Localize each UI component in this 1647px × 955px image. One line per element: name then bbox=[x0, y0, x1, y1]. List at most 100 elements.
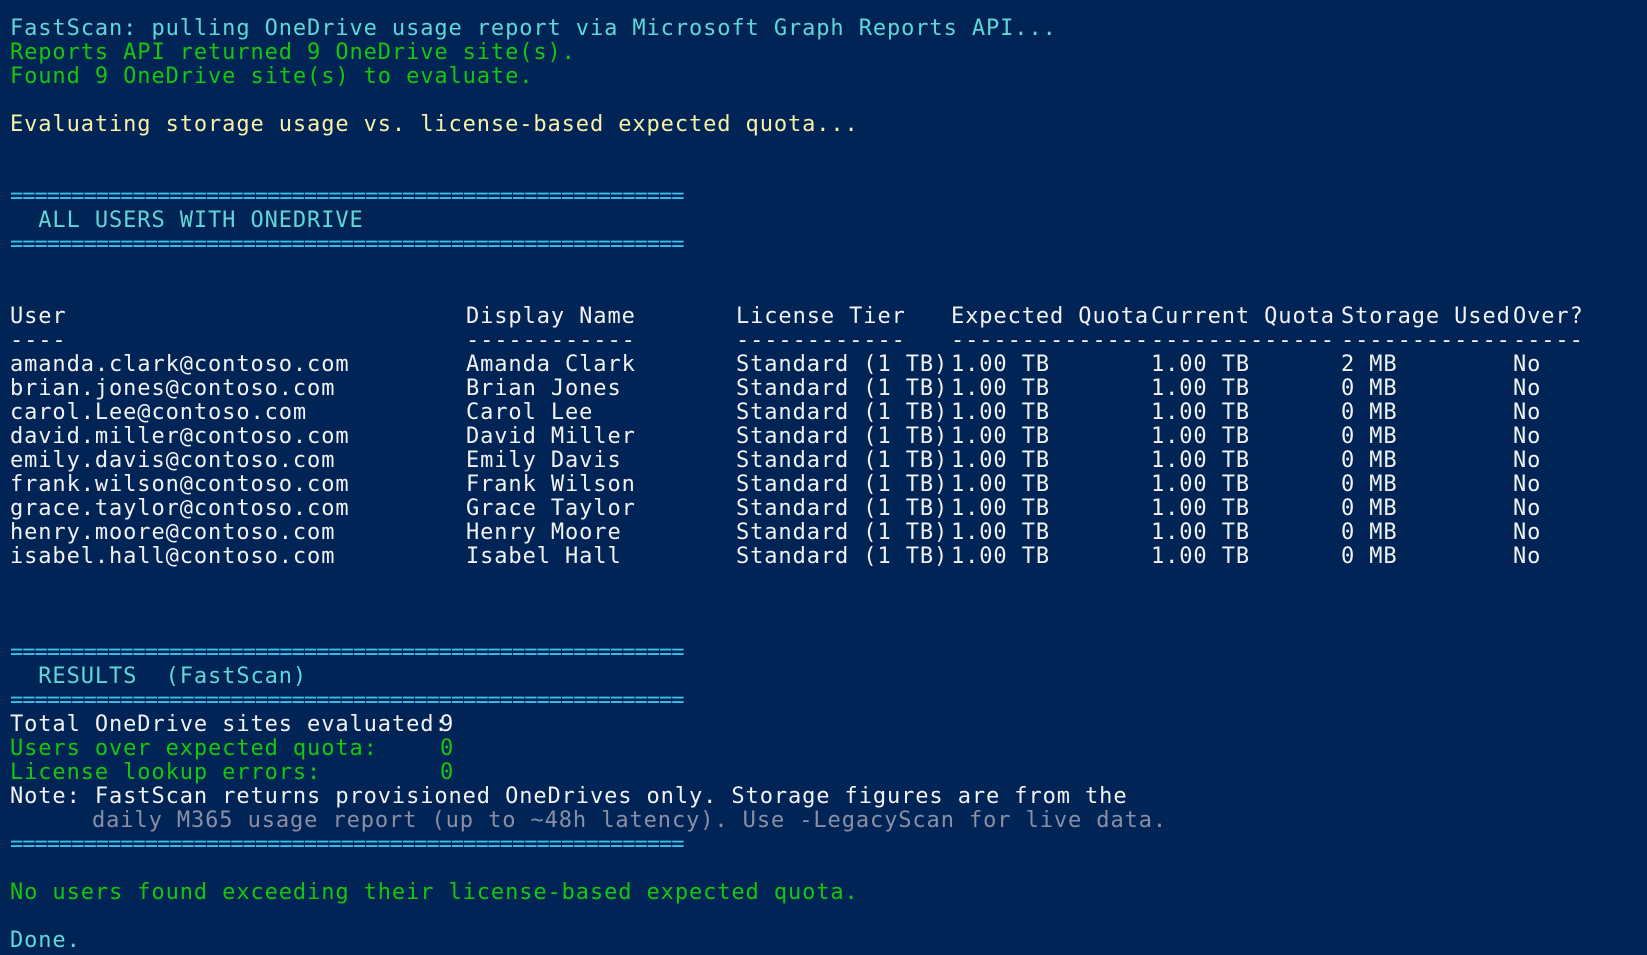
cell-storage-used: 0 MB bbox=[1341, 473, 1398, 497]
table-row: isabel.hall@contoso.com Isabel Hall Stan… bbox=[10, 545, 1633, 569]
cell-over: No bbox=[1513, 521, 1542, 545]
cell-license-tier: Standard (1 TB) bbox=[736, 545, 949, 569]
log-reports-returned: Reports API returned 9 OneDrive site(s). bbox=[10, 40, 576, 65]
cell-license-tier: Standard (1 TB) bbox=[736, 401, 949, 425]
cell-expected-quota: 1.00 TB bbox=[951, 425, 1051, 449]
users-table: User Display Name License Tier Expected … bbox=[10, 305, 1633, 569]
cell-user: amanda.clark@contoso.com bbox=[10, 353, 350, 377]
cell-expected-quota: 1.00 TB bbox=[951, 545, 1051, 569]
cell-storage-used: 0 MB bbox=[1341, 545, 1398, 569]
cell-expected-quota: 1.00 TB bbox=[951, 377, 1051, 401]
result-license-errors: License lookup errors: 0 bbox=[10, 761, 1640, 785]
separator: ========================================… bbox=[10, 832, 684, 857]
cell-storage-used: 0 MB bbox=[1341, 449, 1398, 473]
cell-over: No bbox=[1513, 377, 1542, 401]
result-users-over-quota: Users over expected quota: 0 bbox=[10, 737, 1640, 761]
separator: ========================================… bbox=[10, 640, 684, 665]
column-underline: -------------- bbox=[951, 329, 1150, 353]
cell-current-quota: 1.00 TB bbox=[1151, 497, 1251, 521]
table-header-row: User Display Name License Tier Expected … bbox=[10, 305, 1633, 329]
cell-license-tier: Standard (1 TB) bbox=[736, 473, 949, 497]
table-row: emily.davis@contoso.com Emily Davis Stan… bbox=[10, 449, 1633, 473]
cell-display-name: Brian Jones bbox=[466, 377, 622, 401]
column-header: Display Name bbox=[466, 305, 636, 329]
cell-display-name: Isabel Hall bbox=[466, 545, 622, 569]
done-message: Done. bbox=[10, 928, 81, 953]
table-row: amanda.clark@contoso.com Amanda Clark St… bbox=[10, 353, 1633, 377]
separator: ========================================… bbox=[10, 184, 684, 209]
cell-expected-quota: 1.00 TB bbox=[951, 353, 1051, 377]
all-users-header: ALL USERS WITH ONEDRIVE bbox=[10, 208, 364, 233]
table-row: david.miller@contoso.com David Miller St… bbox=[10, 425, 1633, 449]
cell-over: No bbox=[1513, 401, 1542, 425]
cell-over: No bbox=[1513, 545, 1542, 569]
powershell-console[interactable]: FastScan: pulling OneDrive usage report … bbox=[10, 17, 1640, 953]
table-row: grace.taylor@contoso.com Grace Taylor St… bbox=[10, 497, 1633, 521]
cell-license-tier: Standard (1 TB) bbox=[736, 353, 949, 377]
cell-expected-quota: 1.00 TB bbox=[951, 521, 1051, 545]
cell-over: No bbox=[1513, 353, 1542, 377]
cell-license-tier: Standard (1 TB) bbox=[736, 377, 949, 401]
note-continuation: daily M365 usage report (up to ~48h late… bbox=[92, 808, 1168, 833]
cell-user: david.miller@contoso.com bbox=[10, 425, 350, 449]
cell-current-quota: 1.00 TB bbox=[1151, 425, 1251, 449]
cell-user: isabel.hall@contoso.com bbox=[10, 545, 336, 569]
cell-current-quota: 1.00 TB bbox=[1151, 521, 1251, 545]
cell-user: grace.taylor@contoso.com bbox=[10, 497, 350, 521]
cell-user: brian.jones@contoso.com bbox=[10, 377, 336, 401]
cell-user: frank.wilson@contoso.com bbox=[10, 473, 350, 497]
result-label: License lookup errors: bbox=[10, 760, 322, 785]
table-row: henry.moore@contoso.com Henry Moore Stan… bbox=[10, 521, 1633, 545]
cell-expected-quota: 1.00 TB bbox=[951, 449, 1051, 473]
cell-license-tier: Standard (1 TB) bbox=[736, 497, 949, 521]
column-header: User bbox=[10, 305, 67, 329]
column-underline: ------------ bbox=[736, 329, 906, 353]
summary-message: No users found exceeding their license-b… bbox=[10, 880, 859, 905]
cell-display-name: Amanda Clark bbox=[466, 353, 636, 377]
cell-display-name: Frank Wilson bbox=[466, 473, 636, 497]
cell-display-name: Carol Lee bbox=[466, 401, 594, 425]
cell-storage-used: 0 MB bbox=[1341, 401, 1398, 425]
result-value: 9 bbox=[440, 712, 455, 737]
cell-expected-quota: 1.00 TB bbox=[951, 473, 1051, 497]
separator: ========================================… bbox=[10, 232, 684, 257]
results-header: RESULTS (FastScan) bbox=[10, 664, 308, 689]
log-found-sites: Found 9 OneDrive site(s) to evaluate. bbox=[10, 64, 534, 89]
cell-over: No bbox=[1513, 449, 1542, 473]
cell-current-quota: 1.00 TB bbox=[1151, 449, 1251, 473]
log-evaluating: Evaluating storage usage vs. license-bas… bbox=[10, 112, 859, 137]
cell-display-name: David Miller bbox=[466, 425, 636, 449]
result-value: 0 bbox=[440, 760, 455, 785]
cell-over: No bbox=[1513, 497, 1542, 521]
cell-expected-quota: 1.00 TB bbox=[951, 497, 1051, 521]
column-underline: ------------ bbox=[1341, 329, 1511, 353]
column-header: Storage Used bbox=[1341, 305, 1511, 329]
cell-over: No bbox=[1513, 473, 1542, 497]
cell-current-quota: 1.00 TB bbox=[1151, 545, 1251, 569]
result-label: Total OneDrive sites evaluated: bbox=[10, 712, 449, 737]
table-row: frank.wilson@contoso.com Frank Wilson St… bbox=[10, 473, 1633, 497]
cell-storage-used: 2 MB bbox=[1341, 353, 1398, 377]
column-header: Current Quota bbox=[1151, 305, 1335, 329]
cell-display-name: Grace Taylor bbox=[466, 497, 636, 521]
column-underline: ----- bbox=[1513, 329, 1584, 353]
table-underline-row: ---- ------------ ------------ ---------… bbox=[10, 329, 1633, 353]
column-underline: ------------- bbox=[1151, 329, 1335, 353]
cell-license-tier: Standard (1 TB) bbox=[736, 521, 949, 545]
note-line: Note: FastScan returns provisioned OneDr… bbox=[10, 784, 1128, 809]
result-value: 0 bbox=[440, 736, 455, 761]
cell-storage-used: 0 MB bbox=[1341, 377, 1398, 401]
cell-display-name: Henry Moore bbox=[466, 521, 622, 545]
cell-license-tier: Standard (1 TB) bbox=[736, 425, 949, 449]
cell-current-quota: 1.00 TB bbox=[1151, 353, 1251, 377]
cell-current-quota: 1.00 TB bbox=[1151, 401, 1251, 425]
cell-storage-used: 0 MB bbox=[1341, 425, 1398, 449]
column-underline: ---- bbox=[10, 329, 67, 353]
cell-display-name: Emily Davis bbox=[466, 449, 622, 473]
cell-user: carol.Lee@contoso.com bbox=[10, 401, 308, 425]
separator: ========================================… bbox=[10, 688, 684, 713]
cell-storage-used: 0 MB bbox=[1341, 497, 1398, 521]
table-row: carol.Lee@contoso.com Carol Lee Standard… bbox=[10, 401, 1633, 425]
column-header: Expected Quota bbox=[951, 305, 1150, 329]
column-header: License Tier bbox=[736, 305, 906, 329]
